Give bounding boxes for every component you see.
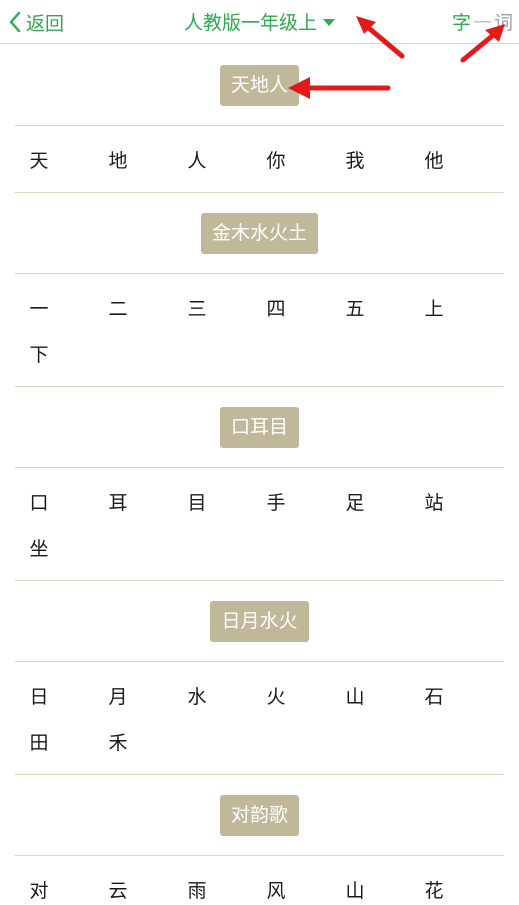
character-cell[interactable]: 云 (98, 866, 138, 905)
section-header: 对韵歌 (0, 775, 519, 855)
lesson-list: 天地人天地人你我他金木水火土一二三四五上下口耳目口耳目手足站坐日月水火日月水火山… (0, 45, 519, 905)
character-cell[interactable]: 月 (98, 672, 138, 718)
section-header: 日月水火 (0, 581, 519, 661)
page-title: 人教版一年级上 (184, 11, 318, 34)
character-cell[interactable]: 手 (256, 478, 296, 524)
section-header: 金木水火土 (0, 193, 519, 273)
character-cell[interactable]: 二 (98, 284, 138, 330)
lesson-title-badge[interactable]: 天地人 (219, 64, 299, 106)
character-grid: 口耳目手足站坐 (0, 468, 519, 580)
toggle-separator: — (473, 10, 493, 32)
character-grid: 日月水火山石田禾 (0, 662, 519, 774)
character-cell[interactable]: 风 (256, 866, 296, 905)
character-cell[interactable]: 你 (256, 136, 296, 182)
character-cell[interactable]: 五 (335, 284, 375, 330)
character-cell[interactable]: 我 (335, 136, 375, 182)
character-cell[interactable]: 雨 (177, 866, 217, 905)
character-cell[interactable]: 火 (256, 672, 296, 718)
lesson-title-badge[interactable]: 口耳目 (219, 406, 299, 448)
char-word-toggle[interactable]: 字 — 词 (452, 6, 513, 36)
character-cell[interactable]: 田 (19, 718, 59, 764)
character-cell[interactable]: 口 (19, 478, 59, 524)
character-cell[interactable]: 耳 (98, 478, 138, 524)
section-header: 天地人 (0, 45, 519, 125)
character-grid: 天地人你我他 (0, 126, 519, 192)
character-cell[interactable]: 足 (335, 478, 375, 524)
character-cell[interactable]: 天 (19, 136, 59, 182)
back-label: 返回 (26, 12, 65, 35)
character-cell[interactable]: 站 (414, 478, 454, 524)
character-cell[interactable]: 山 (335, 866, 375, 905)
character-cell[interactable]: 花 (414, 866, 454, 905)
back-button[interactable]: 返回 (8, 8, 64, 36)
lesson-title-badge[interactable]: 金木水火土 (200, 212, 318, 254)
lesson-title-badge[interactable]: 对韵歌 (219, 794, 299, 836)
lesson-title-badge[interactable]: 日月水火 (210, 600, 309, 642)
character-cell[interactable]: 目 (177, 478, 217, 524)
character-cell[interactable]: 日 (19, 672, 59, 718)
character-cell[interactable]: 他 (414, 136, 454, 182)
section-header: 口耳目 (0, 387, 519, 467)
chevron-left-icon (9, 11, 21, 33)
character-cell[interactable]: 下 (19, 330, 59, 376)
character-cell[interactable]: 水 (177, 672, 217, 718)
character-cell[interactable]: 石 (414, 672, 454, 718)
textbook-selector[interactable]: 人教版一年级上 (184, 6, 336, 36)
nav-bar: 返回 人教版一年级上 字 — 词 (0, 0, 519, 44)
toggle-word-label[interactable]: 词 (494, 8, 513, 35)
character-cell[interactable]: 上 (414, 284, 454, 330)
character-cell[interactable]: 一 (19, 284, 59, 330)
caret-down-icon (323, 18, 336, 26)
character-grid: 一二三四五上下 (0, 274, 519, 386)
character-cell[interactable]: 坐 (19, 524, 59, 570)
character-cell[interactable]: 禾 (98, 718, 138, 764)
toggle-char-label[interactable]: 字 (452, 8, 471, 35)
character-cell[interactable]: 四 (256, 284, 296, 330)
character-cell[interactable]: 对 (19, 866, 59, 905)
character-cell[interactable]: 地 (98, 136, 138, 182)
character-grid: 对云雨风山花 (0, 856, 519, 905)
character-cell[interactable]: 山 (335, 672, 375, 718)
character-cell[interactable]: 人 (177, 136, 217, 182)
character-cell[interactable]: 三 (177, 284, 217, 330)
